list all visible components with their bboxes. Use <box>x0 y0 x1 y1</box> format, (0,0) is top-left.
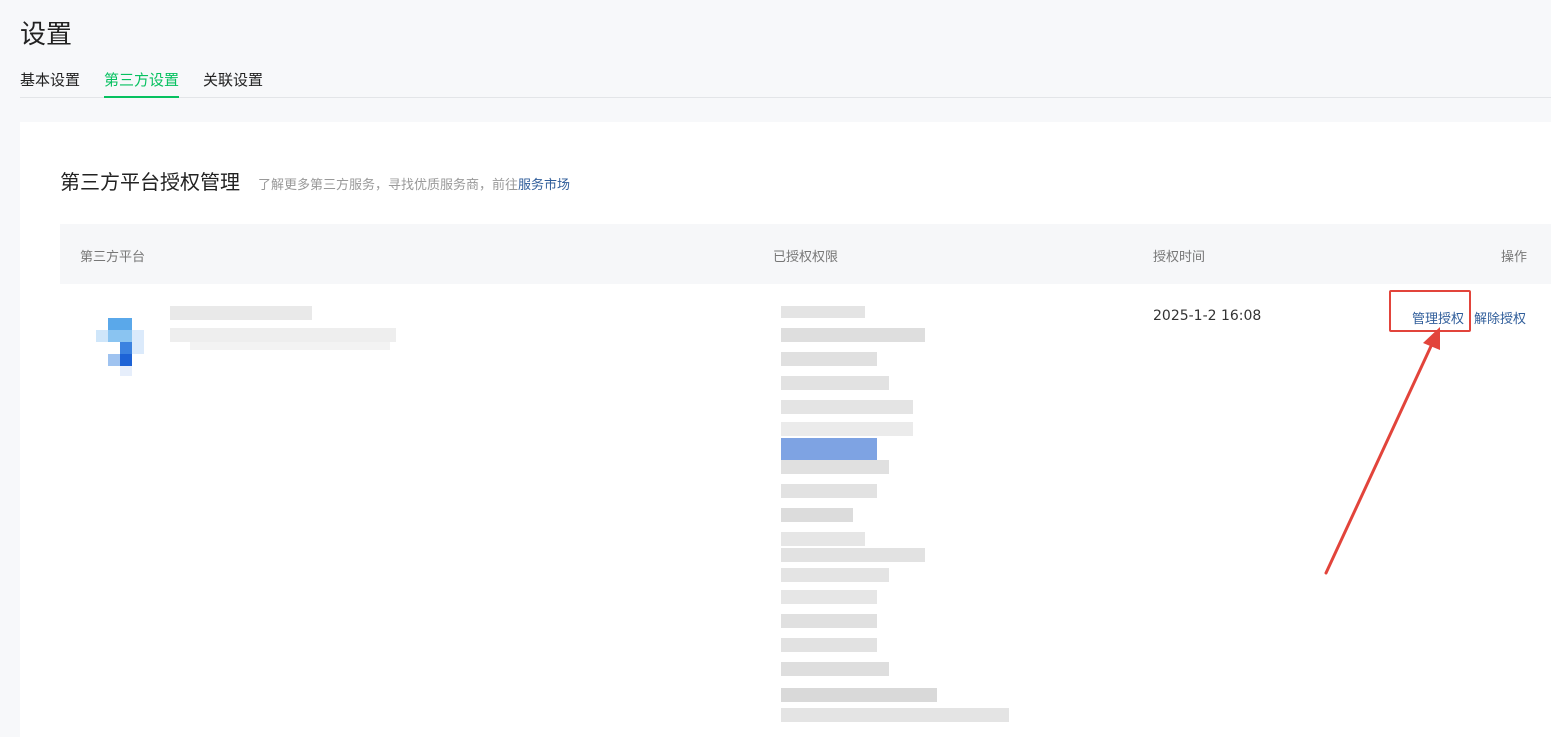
annotation-highlight-box <box>1389 290 1471 332</box>
service-market-link[interactable]: 服务市场 <box>518 174 570 193</box>
page-title: 设置 <box>20 20 73 50</box>
tab-association-settings[interactable]: 关联设置 <box>203 68 263 98</box>
section-hint: 了解更多第三方服务，寻找优质服务商，前往 <box>258 178 519 193</box>
section-title: 第三方平台授权管理 <box>60 170 240 194</box>
column-header-actions: 操作 <box>1501 250 1528 265</box>
tab-basic-settings[interactable]: 基本设置 <box>20 68 80 98</box>
section-header: 第三方平台授权管理 了解更多第三方服务，寻找优质服务商，前往 服务市场 <box>60 166 570 195</box>
revoke-authorization-link[interactable]: 解除授权 <box>1474 308 1526 327</box>
column-header-platform: 第三方平台 <box>80 250 146 265</box>
column-header-auth-time: 授权时间 <box>1153 250 1206 265</box>
table-row: 2025-1-2 16:08 管理授权 解除授权 <box>60 284 1551 737</box>
tab-third-party-settings[interactable]: 第三方设置 <box>104 68 180 98</box>
settings-tabs: 基本设置 第三方设置 关联设置 <box>20 68 1551 98</box>
third-party-card: 第三方平台授权管理 了解更多第三方服务，寻找优质服务商，前往 服务市场 第三方平… <box>20 122 1551 737</box>
platform-logo <box>84 312 164 382</box>
auth-time: 2025-1-2 16:08 <box>1153 308 1262 324</box>
table-header: 第三方平台 已授权权限 授权时间 操作 <box>60 224 1551 284</box>
column-header-permissions: 已授权权限 <box>773 250 839 265</box>
